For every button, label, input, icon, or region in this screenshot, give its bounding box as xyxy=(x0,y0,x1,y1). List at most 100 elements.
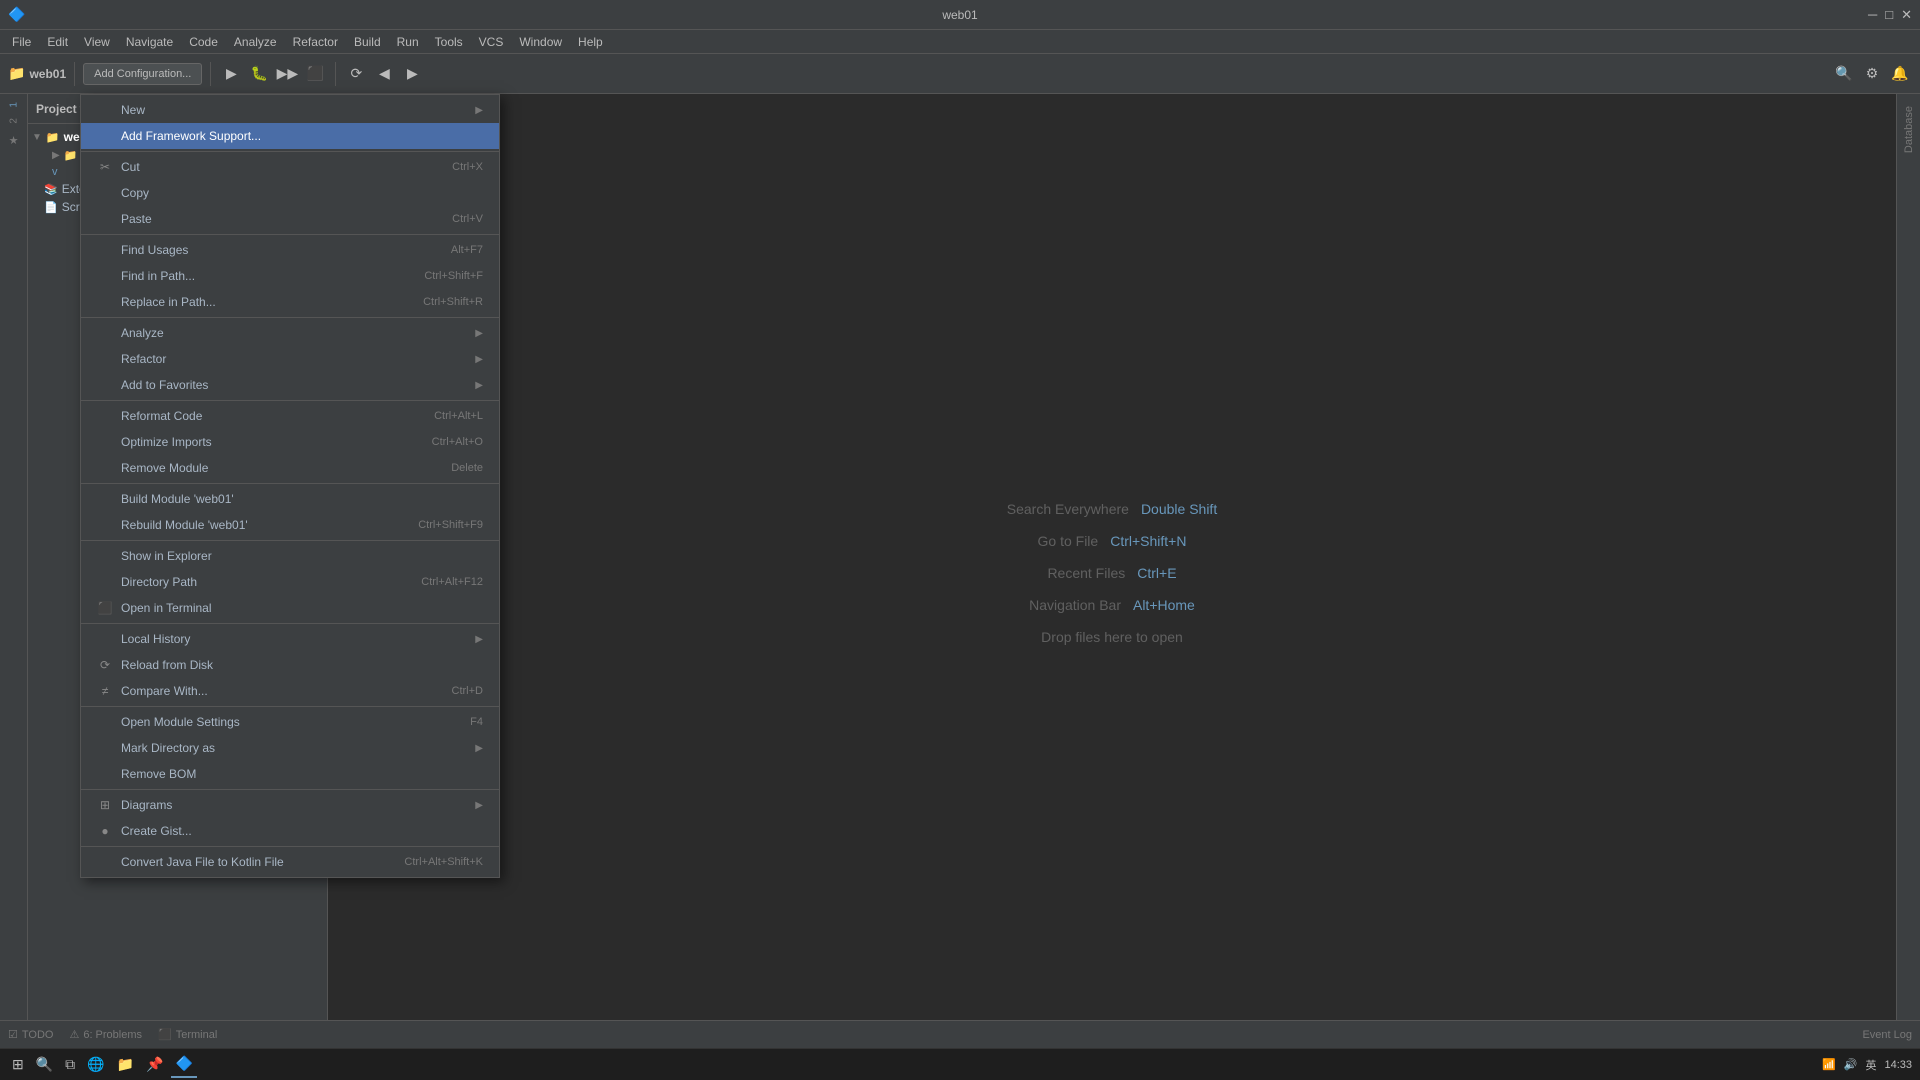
intellij-btn[interactable]: 🔷 xyxy=(171,1051,196,1078)
cm-sep-8 xyxy=(81,706,499,707)
run-with-coverage-btn[interactable]: ▶▶ xyxy=(275,62,299,86)
project-panel-toggle[interactable]: 1 xyxy=(3,98,25,112)
search-btn[interactable]: 🔍 xyxy=(32,1052,57,1077)
cm-paste[interactable]: Paste Ctrl+V xyxy=(81,206,499,232)
cm-open-in-terminal[interactable]: ⬛ Open in Terminal xyxy=(81,595,499,621)
cm-diagrams[interactable]: ⊞ Diagrams ▶ xyxy=(81,792,499,818)
close-btn[interactable]: ✕ xyxy=(1901,7,1912,23)
cm-build-icon xyxy=(97,491,113,507)
event-log-btn[interactable]: Event Log xyxy=(1862,1029,1912,1041)
notifications-icon[interactable]: 🔔 xyxy=(1888,62,1912,86)
cm-copy[interactable]: Copy xyxy=(81,180,499,206)
project-panel-title: Project ▾ xyxy=(36,102,86,116)
maximize-btn[interactable]: □ xyxy=(1885,7,1893,23)
menu-navigate[interactable]: Navigate xyxy=(118,33,181,51)
cm-find-in-path[interactable]: Find in Path... Ctrl+Shift+F xyxy=(81,263,499,289)
cm-add-framework-label: Add Framework Support... xyxy=(121,129,261,143)
menu-tools[interactable]: Tools xyxy=(427,33,471,51)
network-icon: 📶 xyxy=(1822,1058,1836,1071)
cm-add-framework[interactable]: Add Framework Support... xyxy=(81,123,499,149)
taskbar-right: 📶 🔊 英 14:33 xyxy=(1822,1057,1912,1073)
cm-dir-path-label: Directory Path xyxy=(121,575,197,589)
back-btn[interactable]: ◀ xyxy=(372,62,396,86)
cm-find-usages-shortcut: Alt+F7 xyxy=(451,244,483,256)
cm-reload-label: Reload from Disk xyxy=(121,658,213,672)
cm-add-to-favorites-icon xyxy=(97,377,113,393)
menu-analyze[interactable]: Analyze xyxy=(226,33,285,51)
run-btn[interactable]: ▶ xyxy=(219,62,243,86)
tree-item-arrow: ▶ xyxy=(52,150,60,161)
app-icon: 🔷 xyxy=(8,6,25,23)
todo-btn[interactable]: ☑ TODO xyxy=(8,1028,53,1041)
cm-replace-in-path-label: Replace in Path... xyxy=(121,295,216,309)
editor-hint-recent: Recent Files Ctrl+E xyxy=(1047,565,1176,581)
menu-file[interactable]: File xyxy=(4,33,39,51)
database-panel-toggle[interactable]: Database xyxy=(1899,98,1919,161)
stop-btn[interactable]: ⬛ xyxy=(303,62,327,86)
cm-module-settings-shortcut: F4 xyxy=(470,716,483,728)
menu-run[interactable]: Run xyxy=(389,33,427,51)
cm-replace-in-path[interactable]: Replace in Path... Ctrl+Shift+R xyxy=(81,289,499,315)
add-config-btn[interactable]: Add Configuration... xyxy=(83,63,202,85)
cm-rebuild-icon xyxy=(97,517,113,533)
forward-btn[interactable]: ▶ xyxy=(400,62,424,86)
explorer-btn[interactable]: 📁 xyxy=(113,1052,138,1077)
cm-show-in-explorer[interactable]: Show in Explorer xyxy=(81,543,499,569)
cm-compare-with[interactable]: ≠ Compare With... Ctrl+D xyxy=(81,678,499,704)
menu-vcs[interactable]: VCS xyxy=(471,33,512,51)
menu-build[interactable]: Build xyxy=(346,33,389,51)
cm-local-history-icon xyxy=(97,631,113,647)
cm-refactor[interactable]: Refactor ▶ xyxy=(81,346,499,372)
cm-build-module[interactable]: Build Module 'web01' xyxy=(81,486,499,512)
editor-hint-goto: Go to File Ctrl+Shift+N xyxy=(1038,533,1187,549)
search-everywhere-icon[interactable]: 🔍 xyxy=(1832,62,1856,86)
cm-create-gist-label: Create Gist... xyxy=(121,824,192,838)
cm-sep-1 xyxy=(81,151,499,152)
cm-new[interactable]: New ▶ xyxy=(81,97,499,123)
cm-reformat-code[interactable]: Reformat Code Ctrl+Alt+L xyxy=(81,403,499,429)
cm-find-in-path-shortcut: Ctrl+Shift+F xyxy=(424,270,483,282)
cm-refactor-label: Refactor xyxy=(121,352,166,366)
cm-rebuild-module[interactable]: Rebuild Module 'web01' Ctrl+Shift+F9 xyxy=(81,512,499,538)
menu-window[interactable]: Window xyxy=(511,33,570,51)
menu-refactor[interactable]: Refactor xyxy=(285,33,346,51)
terminal-btn[interactable]: ⬛ Terminal xyxy=(158,1028,217,1041)
cm-convert-java[interactable]: Convert Java File to Kotlin File Ctrl+Al… xyxy=(81,849,499,875)
structure-panel-toggle[interactable]: 2 xyxy=(3,114,25,128)
menu-code[interactable]: Code xyxy=(181,33,226,51)
cm-add-to-favorites[interactable]: Add to Favorites ▶ xyxy=(81,372,499,398)
problems-btn[interactable]: ⚠ 6: Problems xyxy=(69,1028,142,1041)
minimize-btn[interactable]: ─ xyxy=(1868,7,1877,23)
cm-optimize-imports[interactable]: Optimize Imports Ctrl+Alt+O xyxy=(81,429,499,455)
cm-create-gist[interactable]: ● Create Gist... xyxy=(81,818,499,844)
cm-dir-path-icon xyxy=(97,574,113,590)
favorites-panel-toggle[interactable]: ★ xyxy=(3,129,25,151)
cm-reload-from-disk[interactable]: ⟳ Reload from Disk xyxy=(81,652,499,678)
cm-sep-7 xyxy=(81,623,499,624)
cm-find-usages[interactable]: Find Usages Alt+F7 xyxy=(81,237,499,263)
cm-analyze[interactable]: Analyze ▶ xyxy=(81,320,499,346)
clock: 14:33 xyxy=(1884,1059,1912,1071)
settings-icon[interactable]: ⚙ xyxy=(1860,62,1884,86)
cm-remove-bom[interactable]: Remove BOM xyxy=(81,761,499,787)
task-view-btn[interactable]: ⧉ xyxy=(61,1052,79,1077)
tree-item-icon-scra: 📄 xyxy=(44,201,58,214)
start-btn[interactable]: ⊞ xyxy=(8,1052,28,1077)
edge-btn[interactable]: 🌐 xyxy=(83,1052,108,1077)
cm-paste-label: Paste xyxy=(121,212,152,226)
debug-btn[interactable]: 🐛 xyxy=(247,62,271,86)
context-menu: New ▶ Add Framework Support... ✂ Cut Ctr… xyxy=(80,94,500,878)
cm-directory-path[interactable]: Directory Path Ctrl+Alt+F12 xyxy=(81,569,499,595)
app-icon-3[interactable]: 📌 xyxy=(142,1052,167,1077)
menu-view[interactable]: View xyxy=(76,33,118,51)
menu-edit[interactable]: Edit xyxy=(39,33,76,51)
cm-analyze-arrow: ▶ xyxy=(475,328,483,339)
cm-remove-module[interactable]: Remove Module Delete xyxy=(81,455,499,481)
cm-local-history[interactable]: Local History ▶ xyxy=(81,626,499,652)
cm-mark-directory[interactable]: Mark Directory as ▶ xyxy=(81,735,499,761)
cm-cut[interactable]: ✂ Cut Ctrl+X xyxy=(81,154,499,180)
cm-show-explorer-label: Show in Explorer xyxy=(121,549,212,563)
menu-help[interactable]: Help xyxy=(570,33,611,51)
update-btn[interactable]: ⟳ xyxy=(344,62,368,86)
cm-open-module-settings[interactable]: Open Module Settings F4 xyxy=(81,709,499,735)
